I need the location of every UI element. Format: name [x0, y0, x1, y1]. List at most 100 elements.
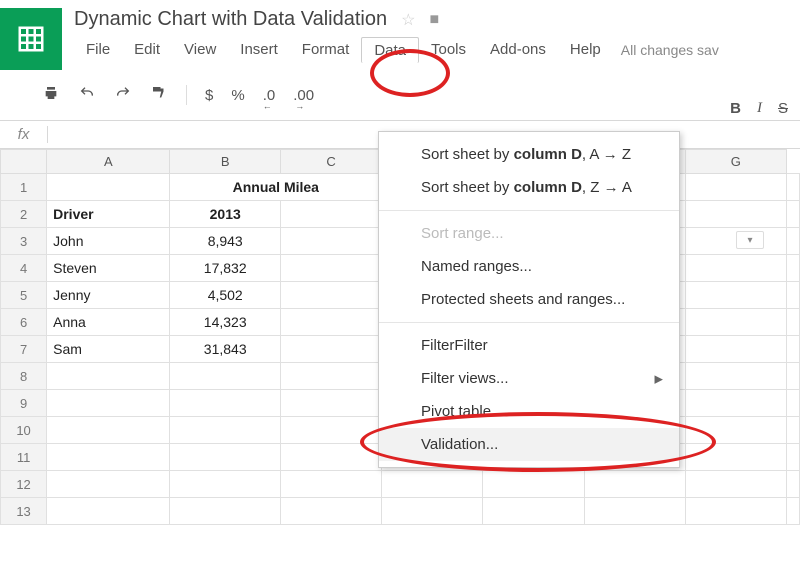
cell[interactable]: [280, 444, 381, 471]
menu-format[interactable]: Format: [290, 37, 362, 63]
cell[interactable]: [280, 363, 381, 390]
col-header-g[interactable]: G: [685, 150, 786, 174]
cell[interactable]: [685, 390, 786, 417]
cell[interactable]: [280, 336, 381, 363]
cell[interactable]: [787, 228, 800, 255]
cell[interactable]: [170, 390, 281, 417]
row-header[interactable]: 9: [1, 390, 47, 417]
cell[interactable]: [47, 174, 170, 201]
cell[interactable]: [685, 174, 786, 201]
col-header-a[interactable]: A: [47, 150, 170, 174]
menu-addons[interactable]: Add-ons: [478, 37, 558, 63]
cell[interactable]: [685, 336, 786, 363]
cell[interactable]: [483, 471, 584, 498]
menu-help[interactable]: Help: [558, 37, 613, 63]
cell[interactable]: [170, 498, 281, 525]
cell[interactable]: [483, 498, 584, 525]
col-header-c[interactable]: C: [280, 150, 381, 174]
cell[interactable]: [685, 471, 786, 498]
menu-item-pivot[interactable]: Pivot table...: [379, 395, 679, 428]
cell[interactable]: [787, 417, 800, 444]
cell[interactable]: [382, 498, 483, 525]
row-header[interactable]: 12: [1, 471, 47, 498]
cell[interactable]: [787, 201, 800, 228]
cell[interactable]: [787, 336, 800, 363]
cell[interactable]: [280, 309, 381, 336]
cell[interactable]: [280, 282, 381, 309]
menu-tools[interactable]: Tools: [419, 37, 478, 63]
cell[interactable]: [787, 255, 800, 282]
menu-insert[interactable]: Insert: [228, 37, 290, 63]
undo-icon[interactable]: [78, 85, 96, 105]
col-header-b[interactable]: B: [170, 150, 281, 174]
cell[interactable]: [47, 363, 170, 390]
app-logo-sheets[interactable]: [0, 8, 62, 70]
menu-item-protected[interactable]: Protected sheets and ranges...: [379, 283, 679, 316]
menu-item-filter[interactable]: FilterFilter: [379, 329, 679, 362]
more-columns-dropdown[interactable]: ▾: [736, 231, 764, 249]
cell[interactable]: [685, 363, 786, 390]
row-header[interactable]: 1: [1, 174, 47, 201]
strikethrough-button[interactable]: S: [778, 100, 788, 117]
row-header[interactable]: 4: [1, 255, 47, 282]
cell[interactable]: [787, 498, 800, 525]
cell[interactable]: John: [47, 228, 170, 255]
cell[interactable]: [280, 471, 381, 498]
print-icon[interactable]: [42, 85, 60, 105]
cell[interactable]: [170, 471, 281, 498]
cell[interactable]: Anna: [47, 309, 170, 336]
cell[interactable]: 14,323: [170, 309, 281, 336]
cell[interactable]: [280, 201, 381, 228]
row-header[interactable]: 7: [1, 336, 47, 363]
cell[interactable]: [280, 228, 381, 255]
cell[interactable]: [280, 498, 381, 525]
italic-button[interactable]: I: [757, 100, 762, 117]
cell[interactable]: Jenny: [47, 282, 170, 309]
cell[interactable]: [280, 255, 381, 282]
cell[interactable]: [685, 201, 786, 228]
row-header[interactable]: 10: [1, 417, 47, 444]
cell[interactable]: [787, 390, 800, 417]
row-header[interactable]: 8: [1, 363, 47, 390]
menu-data[interactable]: Data: [361, 37, 419, 63]
cell[interactable]: 8,943: [170, 228, 281, 255]
cell[interactable]: [47, 390, 170, 417]
select-all-corner[interactable]: [1, 150, 47, 174]
cell[interactable]: [787, 282, 800, 309]
folder-icon[interactable]: ■: [429, 11, 439, 29]
cell[interactable]: [787, 444, 800, 471]
cell[interactable]: [47, 498, 170, 525]
menu-item-named-ranges[interactable]: Named ranges...: [379, 250, 679, 283]
redo-icon[interactable]: [114, 85, 132, 105]
paint-format-icon[interactable]: [150, 84, 168, 106]
cell[interactable]: [685, 255, 786, 282]
decrease-decimal[interactable]: .0←: [263, 87, 276, 104]
menu-item-sort-desc[interactable]: Sort sheet by column D, Z → A: [379, 171, 679, 204]
doc-title[interactable]: Dynamic Chart with Data Validation: [74, 8, 387, 31]
cell[interactable]: [47, 444, 170, 471]
menu-item-filter-views[interactable]: Filter views... ▶: [379, 362, 679, 395]
cell[interactable]: [685, 444, 786, 471]
menu-file[interactable]: File: [74, 37, 122, 63]
cell[interactable]: Annual Milea: [170, 174, 382, 201]
cell[interactable]: [170, 444, 281, 471]
cell[interactable]: 17,832: [170, 255, 281, 282]
cell[interactable]: [47, 471, 170, 498]
cell[interactable]: [170, 363, 281, 390]
row-header[interactable]: 13: [1, 498, 47, 525]
star-icon[interactable]: ☆: [401, 10, 415, 30]
row-header[interactable]: 6: [1, 309, 47, 336]
row-header[interactable]: 5: [1, 282, 47, 309]
cell[interactable]: [47, 417, 170, 444]
menu-item-validation[interactable]: Validation...: [379, 428, 679, 461]
row-header[interactable]: 3: [1, 228, 47, 255]
cell[interactable]: [170, 417, 281, 444]
cell[interactable]: 4,502: [170, 282, 281, 309]
cell[interactable]: Steven: [47, 255, 170, 282]
bold-button[interactable]: B: [730, 100, 741, 117]
cell[interactable]: 31,843: [170, 336, 281, 363]
menu-view[interactable]: View: [172, 37, 228, 63]
cell[interactable]: [685, 417, 786, 444]
row-header[interactable]: 11: [1, 444, 47, 471]
cell[interactable]: [280, 390, 381, 417]
